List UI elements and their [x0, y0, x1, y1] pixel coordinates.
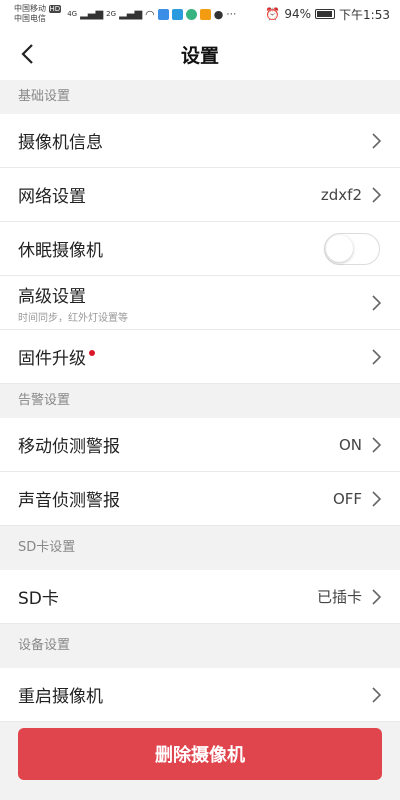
sd-card-row[interactable]: SD卡 已插卡	[0, 570, 400, 624]
camera-info-row[interactable]: 摄像机信息	[0, 114, 400, 168]
chevron-right-icon	[370, 436, 382, 454]
network-settings-row[interactable]: 网络设置 zdxf2	[0, 168, 400, 222]
sound-alarm-row[interactable]: 声音侦测警报 OFF	[0, 472, 400, 526]
app-icon-blue	[157, 8, 169, 20]
sd-card-value: 已插卡	[316, 588, 362, 606]
status-left: 中国移动 HD 中国电信 4G ▂▄▆ 2G ▂▄▆ ◠ ● ⋯	[14, 4, 236, 24]
firmware-upgrade-label: 固件升级	[18, 349, 86, 369]
wifi-icon: ◠	[145, 7, 155, 21]
motion-alarm-label: 移动侦测警报	[18, 437, 120, 457]
signal-icon: ▂▄▆	[80, 8, 104, 20]
section-label-alarm: 告警设置	[0, 384, 400, 418]
section-label-basic: 基础设置	[0, 80, 400, 114]
status-bar: 中国移动 HD 中国电信 4G ▂▄▆ 2G ▂▄▆ ◠ ● ⋯ ⏰ 94% 下…	[0, 0, 400, 28]
battery-icon	[315, 9, 336, 19]
chevron-right-icon	[370, 132, 382, 150]
sleep-camera-label: 休眠摄像机	[18, 241, 103, 261]
alarm-clock-icon: ⏰	[265, 7, 281, 21]
restart-camera-row[interactable]: 重启摄像机	[0, 668, 400, 722]
sleep-camera-row: 休眠摄像机	[0, 222, 400, 276]
app-icon-blue-2	[171, 8, 183, 20]
advanced-text-block: 高级设置 时间同步，红外灯设置等	[18, 282, 370, 324]
firmware-upgrade-label-wrap: 固件升级	[18, 344, 370, 369]
bottom-action-area: 删除摄像机	[0, 726, 400, 800]
chevron-right-icon	[370, 348, 382, 366]
app-icon-orange	[199, 8, 211, 20]
advanced-settings-subtitle: 时间同步，红外灯设置等	[18, 312, 128, 324]
sleep-toggle[interactable]	[324, 232, 380, 265]
signal-icon-2: ▂▄▆	[119, 8, 143, 20]
carrier-2: 中国电信	[14, 14, 46, 23]
battery-percent: 94%	[284, 7, 312, 21]
page-title: 设置	[180, 44, 219, 67]
sound-alarm-label: 声音侦测警报	[18, 491, 120, 511]
hd-badge: HD	[48, 5, 62, 13]
chevron-right-icon	[370, 186, 382, 204]
camera-info-label: 摄像机信息	[18, 133, 103, 153]
carrier-info: 中国移动 HD 中国电信	[14, 4, 62, 24]
firmware-upgrade-row[interactable]: 固件升级	[0, 330, 400, 384]
chevron-right-icon	[370, 588, 382, 606]
network-value: zdxf2	[320, 185, 362, 204]
network-settings-label: 网络设置	[18, 187, 86, 207]
app-header: 设置	[0, 28, 400, 80]
section-label-sd: SD卡设置	[0, 526, 400, 570]
sd-card-label: SD卡	[18, 589, 59, 609]
section-label-device: 设备设置	[0, 624, 400, 668]
carrier-1: 中国移动	[14, 4, 46, 13]
more-icon: ⋯	[226, 8, 237, 20]
qq-icon: ●	[213, 7, 224, 21]
chevron-right-icon	[370, 294, 382, 312]
clock: 下午1:53	[339, 7, 390, 22]
restart-camera-label: 重启摄像机	[18, 687, 103, 707]
advanced-settings-label: 高级设置	[18, 286, 86, 307]
back-arrow-icon[interactable]	[16, 42, 38, 66]
chevron-right-icon	[370, 686, 382, 704]
chevron-right-icon	[370, 490, 382, 508]
net-1-label: 4G	[67, 10, 78, 18]
app-icon-green	[185, 8, 197, 20]
status-right: ⏰ 94% 下午1:53	[265, 6, 390, 23]
status-icons: 4G ▂▄▆ 2G ▂▄▆ ◠ ● ⋯	[67, 8, 236, 21]
toggle-knob	[326, 234, 353, 262]
delete-camera-button[interactable]: 删除摄像机	[18, 728, 382, 780]
motion-alarm-row[interactable]: 移动侦测警报 ON	[0, 418, 400, 472]
advanced-settings-row[interactable]: 高级设置 时间同步，红外灯设置等	[0, 276, 400, 330]
motion-alarm-value: ON	[338, 435, 362, 454]
sound-alarm-value: OFF	[332, 489, 362, 508]
update-dot-badge	[89, 350, 95, 356]
net-2-label: 2G	[106, 10, 117, 18]
